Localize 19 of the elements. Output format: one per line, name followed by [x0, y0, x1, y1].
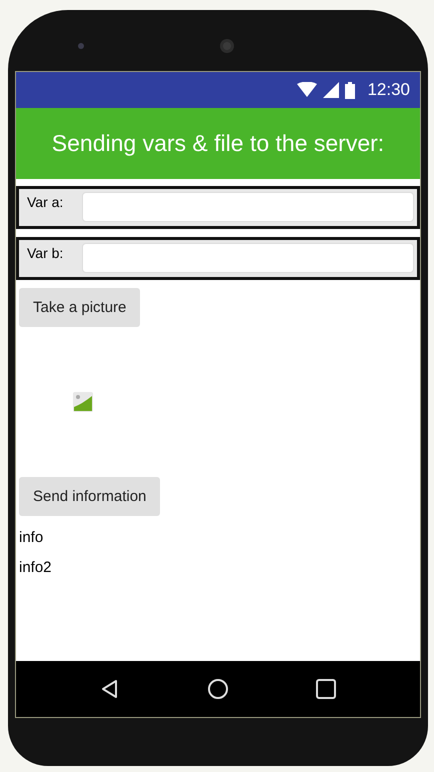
info-label: info2	[19, 559, 52, 576]
wifi-icon	[297, 82, 318, 98]
field-label: Var a:	[27, 193, 64, 210]
input-field[interactable]	[82, 192, 414, 222]
send-information-button[interactable]: Send information	[19, 477, 160, 516]
info-label: info	[19, 529, 44, 546]
image-placeholder-icon	[73, 392, 93, 412]
camera-icon	[78, 42, 84, 48]
field-label: Var b:	[27, 244, 64, 261]
take-picture-button[interactable]: Take a picture	[19, 288, 140, 327]
status-time: 12:30	[367, 80, 410, 100]
home-icon[interactable]	[206, 678, 229, 700]
battery-icon	[345, 82, 356, 98]
recents-icon[interactable]	[316, 679, 336, 699]
signal-icon	[323, 82, 340, 98]
screen-title: Sending vars & file to the server:	[52, 130, 384, 157]
back-icon[interactable]	[100, 679, 120, 699]
input-field[interactable]	[82, 243, 414, 273]
speaker-icon	[220, 38, 234, 52]
